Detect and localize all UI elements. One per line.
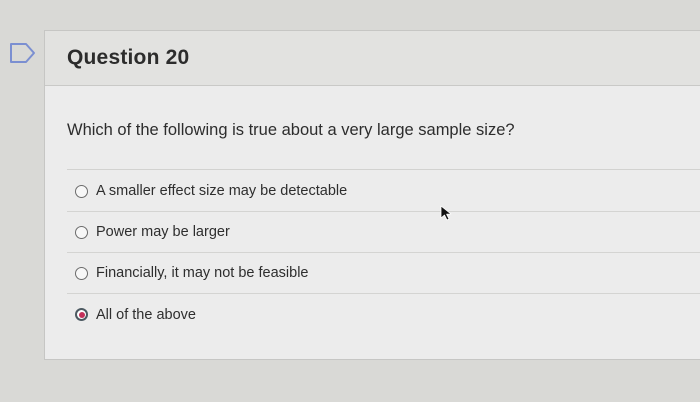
- answer-option-1[interactable]: A smaller effect size may be detectable: [67, 171, 700, 212]
- question-title: Question 20: [67, 46, 190, 69]
- answer-list: A smaller effect size may be detectable …: [67, 171, 700, 335]
- answer-label: Power may be larger: [96, 224, 230, 240]
- mouse-cursor-icon: [440, 205, 454, 221]
- radio-button[interactable]: [75, 266, 88, 280]
- divider: [67, 169, 700, 170]
- answer-label: All of the above: [96, 306, 196, 323]
- question-card: Question 20 Which of the following is tr…: [44, 30, 700, 360]
- question-header: Question 20: [45, 31, 700, 86]
- answer-option-2[interactable]: Power may be larger: [67, 212, 700, 253]
- answer-option-3[interactable]: Financially, it may not be feasible: [67, 253, 700, 294]
- answer-label: Financially, it may not be feasible: [96, 265, 309, 281]
- radio-button[interactable]: [75, 184, 88, 198]
- flag-question-icon[interactable]: [9, 42, 37, 64]
- radio-button-selected[interactable]: [75, 308, 88, 321]
- answer-label: A smaller effect size may be detectable: [96, 183, 348, 199]
- radio-button[interactable]: [75, 225, 88, 239]
- answer-option-4[interactable]: All of the above: [67, 294, 700, 335]
- question-text: Which of the following is true about a v…: [67, 121, 515, 139]
